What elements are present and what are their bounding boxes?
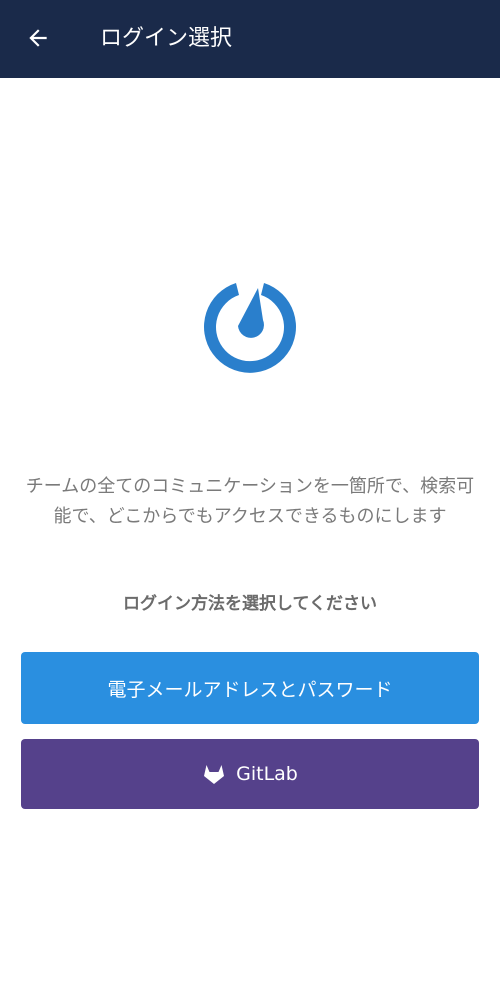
tagline-text: チームの全てのコミュニケーションを一箇所で、検索可能で、どこからでもアクセスでき…	[25, 476, 475, 527]
page-title: ログイン選択	[100, 26, 233, 51]
email-password-login-button[interactable]: 電子メールアドレスとパスワード	[21, 652, 479, 724]
mattermost-logo-icon	[200, 276, 300, 376]
email-password-login-label: 電子メールアドレスとパスワード	[107, 678, 393, 701]
gitlab-login-button[interactable]: GitLab	[21, 739, 479, 809]
login-method-prompt: ログイン方法を選択してください	[123, 594, 377, 614]
back-button[interactable]	[14, 14, 62, 62]
gitlab-icon	[204, 765, 225, 784]
login-select-screen: ログイン選択 チームの全てのコミュニケーションを一箇所で、検索可能で、どこからで…	[0, 0, 500, 1008]
arrow-left-icon	[29, 29, 47, 47]
app-bar: ログイン選択	[0, 0, 500, 78]
gitlab-login-label: GitLab	[236, 763, 298, 785]
